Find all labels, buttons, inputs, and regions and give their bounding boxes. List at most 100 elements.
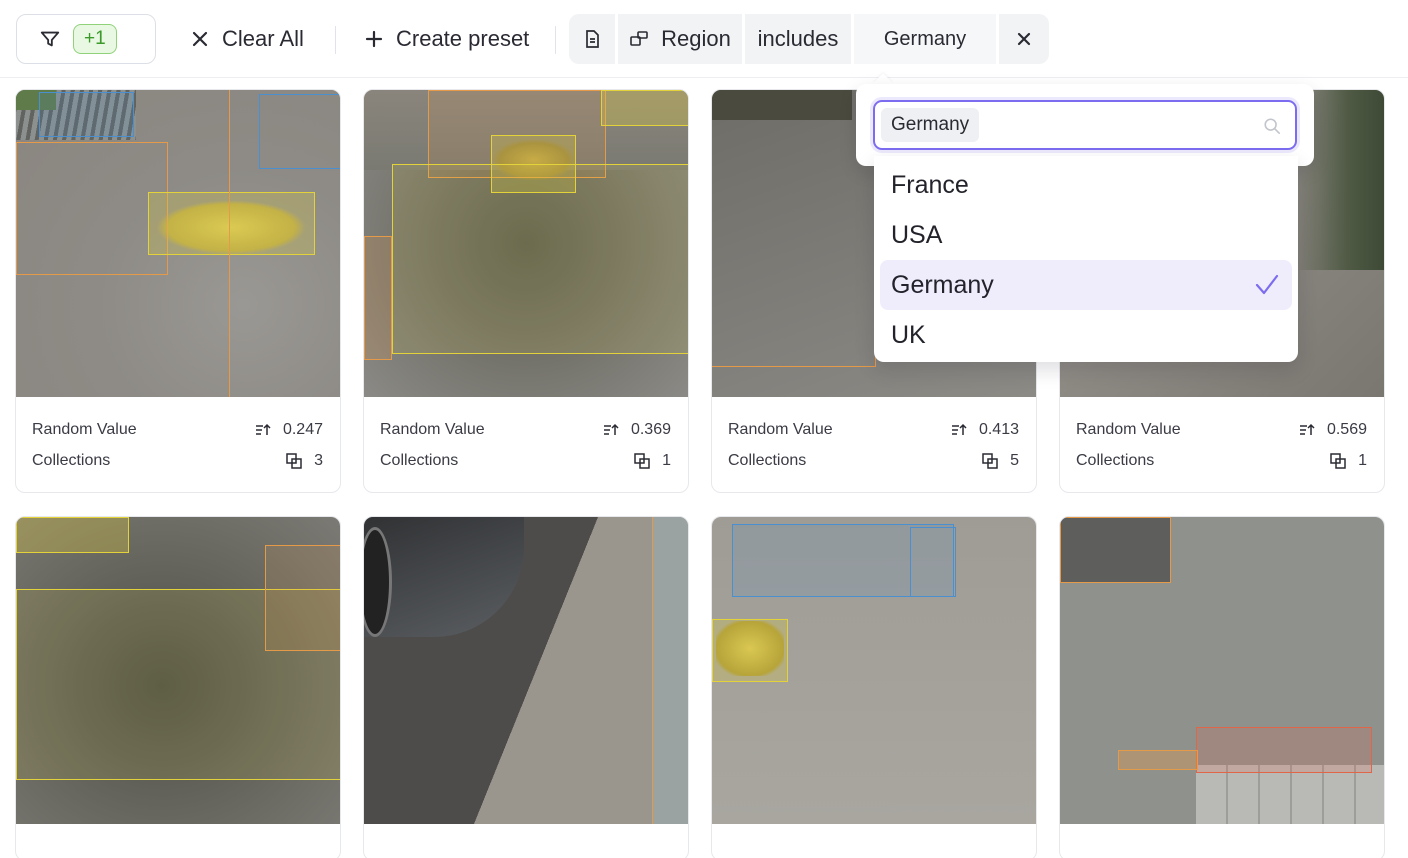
- metric-row: Random Value 0.569: [1060, 414, 1384, 445]
- collections-row: Collections 1: [1060, 445, 1384, 476]
- selected-value-tag[interactable]: Germany: [881, 108, 980, 142]
- annotation-box: [392, 164, 688, 354]
- annotation-box: [364, 236, 392, 360]
- collections-icon: [982, 452, 998, 469]
- card-meta: Random Value 0.247 Collections 3: [16, 397, 340, 476]
- annotation-box: [712, 619, 788, 682]
- road-image[interactable]: [364, 517, 688, 824]
- check-icon: [1255, 274, 1279, 295]
- filter-source-chip[interactable]: [569, 14, 615, 64]
- create-preset-button[interactable]: Create preset: [364, 14, 529, 64]
- option-label: Germany: [891, 270, 994, 299]
- filter-field-chip[interactable]: Region: [618, 14, 742, 64]
- road-image[interactable]: [364, 90, 688, 397]
- collections-row: Collections 1: [364, 445, 688, 476]
- filter-operator-chip[interactable]: includes: [745, 14, 851, 64]
- annotation-box: [1118, 750, 1198, 770]
- annotation-box: [16, 517, 129, 553]
- sort-icon: [1299, 423, 1315, 435]
- collections-count: 1: [662, 451, 671, 469]
- value-search-input[interactable]: Germany: [873, 100, 1297, 150]
- option-uk[interactable]: UK: [880, 310, 1292, 360]
- filter-button[interactable]: +1: [16, 14, 156, 64]
- annotation-box: [229, 90, 230, 397]
- remove-filter-button[interactable]: [999, 14, 1049, 64]
- annotation-box: [148, 192, 315, 255]
- image-card[interactable]: [1059, 516, 1385, 858]
- image-card[interactable]: [15, 516, 341, 858]
- image-card[interactable]: Random Value 0.247 Collections 3: [15, 89, 341, 493]
- sort-icon: [603, 423, 619, 435]
- image-card[interactable]: Random Value 0.369 Collections 1: [363, 89, 689, 493]
- sort-icon: [951, 423, 967, 435]
- annotation-box: [652, 517, 653, 824]
- filter-value-chip[interactable]: Germany: [854, 14, 996, 64]
- collections-count: 3: [314, 451, 323, 469]
- collections-count: 5: [1010, 451, 1019, 469]
- option-label: USA: [891, 220, 943, 249]
- option-label: France: [891, 170, 969, 199]
- annotation-box: [16, 142, 168, 275]
- sort-icon: [255, 423, 271, 435]
- metric-row: Random Value 0.413: [712, 414, 1036, 445]
- metric-value: 0.413: [978, 420, 1019, 438]
- annotation-box: [1196, 727, 1372, 773]
- clear-all-button[interactable]: Clear All: [190, 14, 304, 64]
- metric-value: 0.247: [282, 420, 323, 438]
- collections-label: Collections: [380, 451, 459, 469]
- annotation-box: [1060, 517, 1171, 583]
- option-germany[interactable]: Germany: [880, 260, 1292, 310]
- metric-row: Random Value 0.369: [364, 414, 688, 445]
- card-meta: Random Value 0.569 Collections 1: [1060, 397, 1384, 476]
- metric-value: 0.369: [630, 420, 671, 438]
- annotation-box: [265, 545, 340, 651]
- annotation-box: [39, 92, 134, 137]
- annotation-box: [910, 527, 956, 597]
- filter-icon: [40, 31, 60, 47]
- value-options-list: France USA Germany UK: [874, 156, 1298, 362]
- filter-toolbar: +1 Clear All Create preset Region includ…: [0, 0, 1408, 78]
- metric-label: Random Value: [728, 420, 833, 438]
- card-meta: Random Value 0.369 Collections 1: [364, 397, 688, 476]
- road-image[interactable]: [1060, 517, 1384, 824]
- collections-row: Collections 3: [16, 445, 340, 476]
- filter-value-label: Germany: [883, 27, 967, 50]
- filter-count-badge: +1: [73, 24, 117, 54]
- collections-icon: [286, 452, 302, 469]
- search-icon: [1264, 118, 1281, 135]
- annotation-box: [601, 90, 688, 126]
- curb: [652, 517, 688, 824]
- divider: [555, 26, 556, 54]
- metric-label: Random Value: [32, 420, 137, 438]
- metric-label: Random Value: [1076, 420, 1181, 438]
- paving-stones: [1196, 765, 1384, 824]
- option-usa[interactable]: USA: [880, 210, 1292, 260]
- tag-field-icon: [630, 31, 648, 46]
- close-icon: [192, 31, 208, 47]
- close-icon: [1017, 32, 1031, 46]
- image-card[interactable]: [363, 516, 689, 858]
- annotation-box: [712, 90, 876, 367]
- road-image[interactable]: [16, 517, 340, 824]
- annotation-box: [259, 94, 340, 169]
- collections-label: Collections: [728, 451, 807, 469]
- clear-all-label: Clear All: [222, 26, 304, 51]
- metric-label: Random Value: [380, 420, 485, 438]
- filter-operator-label: includes: [757, 26, 839, 51]
- road-image[interactable]: [712, 517, 1036, 824]
- option-france[interactable]: France: [880, 160, 1292, 210]
- card-meta: Random Value 0.413 Collections 5: [712, 397, 1036, 476]
- divider: [335, 26, 336, 54]
- image-card[interactable]: [711, 516, 1037, 858]
- road-image[interactable]: [16, 90, 340, 397]
- collections-label: Collections: [1076, 451, 1155, 469]
- create-preset-label: Create preset: [396, 26, 530, 51]
- collections-label: Collections: [32, 451, 111, 469]
- collections-icon: [1330, 452, 1346, 469]
- active-filter-chip: Region includes Germany: [569, 14, 1049, 64]
- metric-row: Random Value 0.247: [16, 414, 340, 445]
- document-icon: [586, 30, 599, 48]
- collections-row: Collections 5: [712, 445, 1036, 476]
- option-label: UK: [891, 320, 926, 349]
- filter-field-label: Region: [661, 26, 731, 51]
